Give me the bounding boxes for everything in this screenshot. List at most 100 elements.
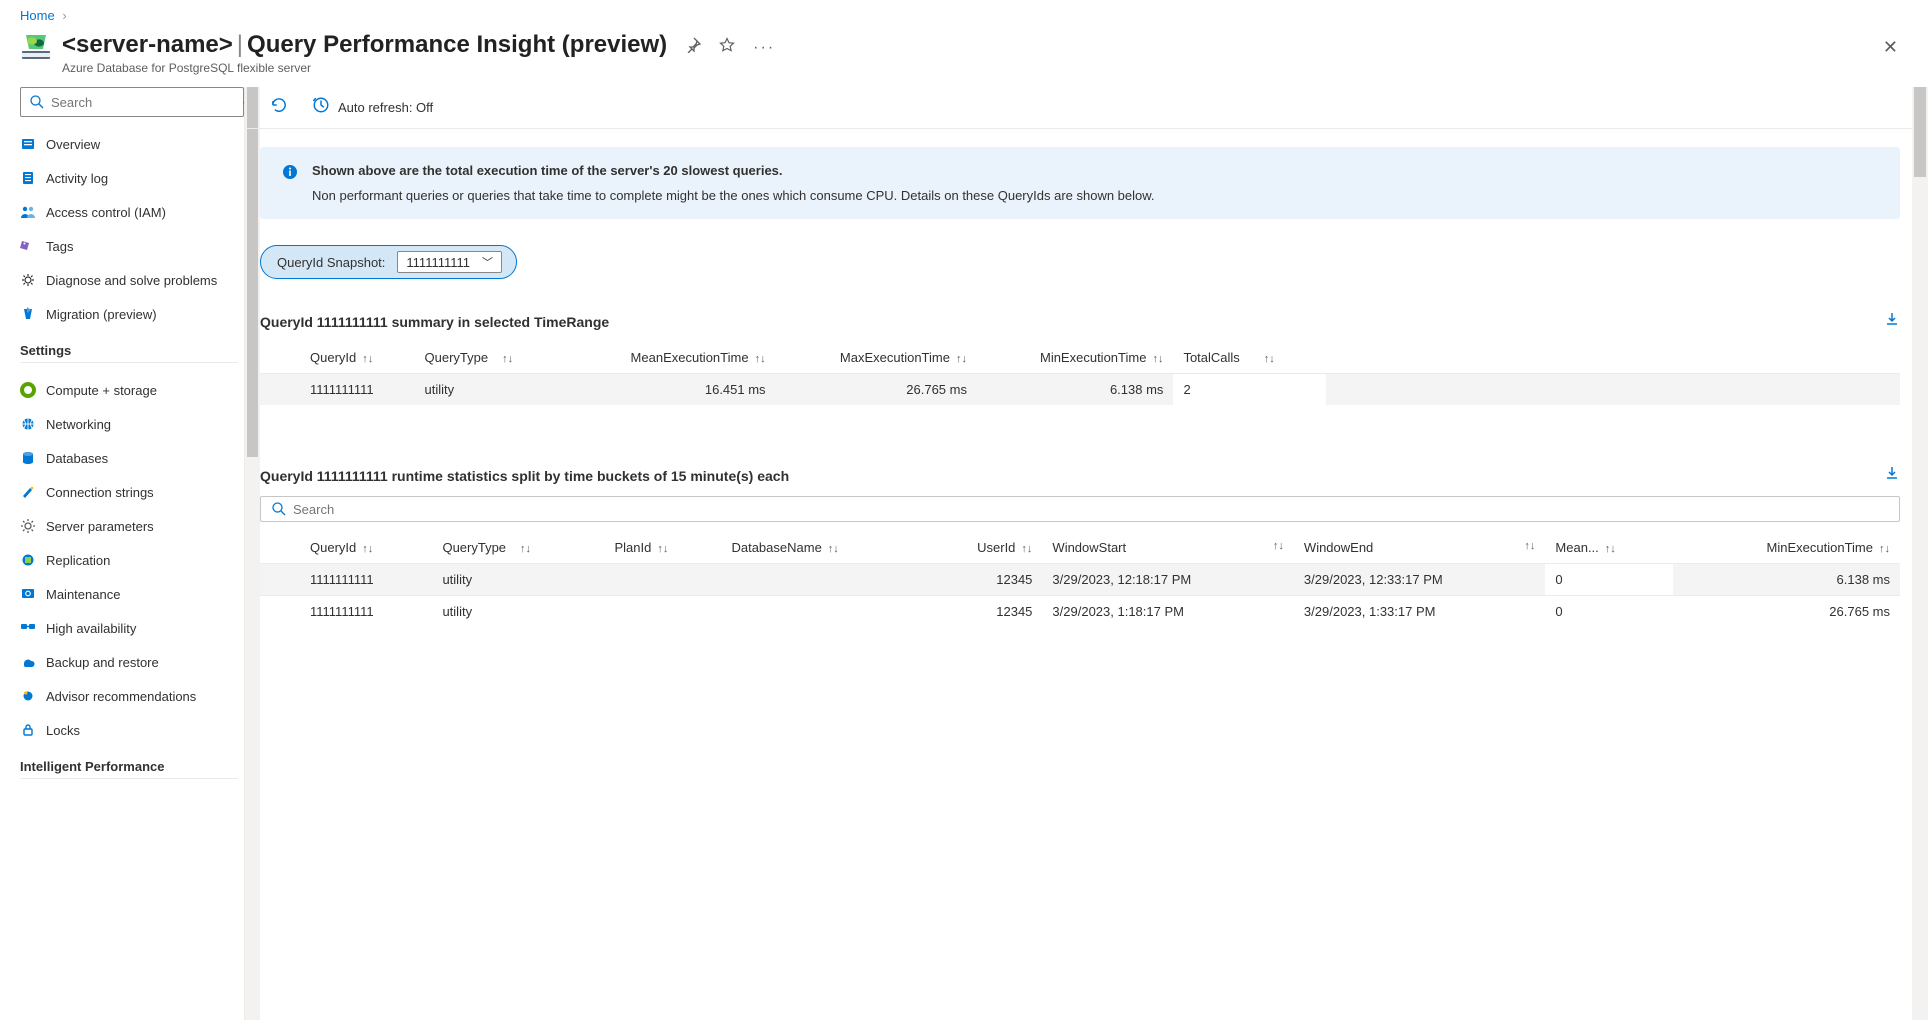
sidebar-item[interactable]: Advisor recommendations: [20, 679, 238, 713]
sidebar-item-label: Diagnose and solve problems: [46, 273, 217, 288]
sidebar-item-label: Tags: [46, 239, 73, 254]
sidebar-item[interactable]: High availability: [20, 611, 238, 645]
page-subtitle: Azure Database for PostgreSQL flexible s…: [62, 61, 667, 75]
col-wstart[interactable]: WindowStart↑↓: [1042, 532, 1294, 564]
sidebar-icon: [20, 238, 36, 254]
postgres-server-icon: [20, 31, 52, 63]
sidebar-item[interactable]: Access control (IAM): [20, 195, 238, 229]
breadcrumb-home[interactable]: Home: [20, 8, 55, 23]
sidebar-item-label: Replication: [46, 553, 110, 568]
col-calls[interactable]: TotalCalls↑↓: [1173, 342, 1326, 374]
sidebar-item[interactable]: Networking: [20, 407, 238, 441]
snapshot-dropdown[interactable]: 1111111111 ﹀: [397, 251, 502, 273]
page-title: <server-name>|Query Performance Insight …: [62, 31, 667, 59]
sidebar-item[interactable]: Maintenance: [20, 577, 238, 611]
sidebar-icon: [20, 416, 36, 432]
sidebar-search-input[interactable]: [51, 95, 235, 110]
sidebar-item-label: Activity log: [46, 171, 108, 186]
col-planid[interactable]: PlanId↑↓: [604, 532, 721, 564]
sidebar-item-label: High availability: [46, 621, 136, 636]
sidebar-icon: [20, 654, 36, 670]
col-querytype[interactable]: QueryType↑↓: [415, 342, 564, 374]
sidebar-item-label: Migration (preview): [46, 307, 157, 322]
runtime-search-input[interactable]: [293, 502, 1889, 517]
sidebar-item[interactable]: Backup and restore: [20, 645, 238, 679]
summary-title: QueryId 1111111111 summary in selected T…: [260, 314, 609, 330]
table-row[interactable]: 1111111111utility123453/29/2023, 1:18:17…: [260, 596, 1900, 628]
sidebar-icon: [20, 586, 36, 602]
chevron-down-icon: ﹀: [482, 254, 493, 270]
refresh-button[interactable]: [270, 96, 288, 119]
sidebar-icon: [20, 620, 36, 636]
col-minexec[interactable]: MinExecutionTime↑↓: [1673, 532, 1900, 564]
table-row[interactable]: 1111111111utility123453/29/2023, 12:18:1…: [260, 564, 1900, 596]
snapshot-label: QueryId Snapshot:: [277, 255, 385, 270]
sidebar-item[interactable]: Activity log: [20, 161, 238, 195]
runtime-title: QueryId 1111111111 runtime statistics sp…: [260, 468, 789, 484]
summary-table: QueryId↑↓ QueryType↑↓ MeanExecutionTime↑…: [260, 342, 1900, 405]
sidebar-item-label: Overview: [46, 137, 100, 152]
col-db[interactable]: DatabaseName↑↓: [721, 532, 923, 564]
sidebar-item[interactable]: Replication: [20, 543, 238, 577]
banner-title: Shown above are the total execution time…: [312, 163, 1155, 178]
sidebar-icon: [20, 204, 36, 220]
col-wend[interactable]: WindowEnd↑↓: [1294, 532, 1546, 564]
main-scrollbar[interactable]: [1912, 87, 1928, 1020]
sidebar-icon: [20, 306, 36, 322]
sidebar-item[interactable]: Compute + storage: [20, 373, 238, 407]
sidebar-item[interactable]: Migration (preview): [20, 297, 238, 331]
col-mean[interactable]: MeanExecutionTime↑↓: [563, 342, 775, 374]
sidebar-icon: [20, 450, 36, 466]
sidebar-item[interactable]: Tags: [20, 229, 238, 263]
sidebar-item-label: Compute + storage: [46, 383, 157, 398]
sidebar-icon: [20, 722, 36, 738]
sidebar-icon: [20, 484, 36, 500]
runtime-search[interactable]: [260, 496, 1900, 522]
sidebar-item[interactable]: Overview: [20, 127, 238, 161]
page-header: <server-name>|Query Performance Insight …: [0, 27, 1928, 87]
sidebar-item[interactable]: Locks: [20, 713, 238, 747]
col-querytype[interactable]: QueryType↑↓: [432, 532, 604, 564]
close-icon[interactable]: ✕: [1883, 31, 1908, 58]
col-userid[interactable]: UserId↑↓: [923, 532, 1042, 564]
auto-refresh-icon[interactable]: [312, 96, 330, 119]
sidebar-item[interactable]: Server parameters: [20, 509, 238, 543]
col-min[interactable]: MinExecutionTime↑↓: [977, 342, 1173, 374]
pin-icon[interactable]: [685, 37, 701, 58]
col-mean[interactable]: Mean...↑↓: [1545, 532, 1672, 564]
sidebar-search[interactable]: [20, 87, 244, 117]
sidebar-item-label: Networking: [46, 417, 111, 432]
info-banner: Shown above are the total execution time…: [260, 147, 1900, 219]
auto-refresh-label: Auto refresh: Off: [338, 100, 433, 115]
main-content: Auto refresh: Off Shown above are the to…: [246, 87, 1928, 1020]
search-icon: [271, 501, 287, 517]
sidebar-icon: [20, 170, 36, 186]
sidebar-item-label: Backup and restore: [46, 655, 159, 670]
runtime-table: QueryId↑↓ QueryType↑↓ PlanId↑↓ DatabaseN…: [260, 532, 1900, 627]
download-runtime-button[interactable]: [1884, 465, 1900, 486]
col-queryid[interactable]: QueryId↑↓: [300, 532, 432, 564]
favorite-icon[interactable]: [719, 37, 735, 58]
breadcrumb: Home ›: [0, 0, 1928, 27]
toolbar: Auto refresh: Off: [246, 87, 1928, 129]
sidebar-item[interactable]: Diagnose and solve problems: [20, 263, 238, 297]
sidebar-icon: [20, 688, 36, 704]
sidebar-icon: [20, 518, 36, 534]
sidebar-icon: [20, 272, 36, 288]
sidebar-item-label: Connection strings: [46, 485, 154, 500]
col-queryid[interactable]: QueryId↑↓: [300, 342, 415, 374]
col-max[interactable]: MaxExecutionTime↑↓: [776, 342, 977, 374]
sidebar-heading-settings: Settings: [20, 343, 238, 358]
sidebar-item[interactable]: Connection strings: [20, 475, 238, 509]
sidebar-icon: [20, 382, 36, 398]
sidebar-item[interactable]: Databases: [20, 441, 238, 475]
info-icon: [282, 163, 298, 203]
banner-subtitle: Non performant queries or queries that t…: [312, 188, 1155, 203]
download-summary-button[interactable]: [1884, 311, 1900, 332]
sidebar-icon: [20, 136, 36, 152]
sidebar-item-label: Advisor recommendations: [46, 689, 196, 704]
table-row[interactable]: 1111111111 utility 16.451 ms 26.765 ms 6…: [260, 374, 1900, 406]
more-icon[interactable]: ···: [753, 39, 775, 57]
breadcrumb-sep: ›: [62, 8, 66, 23]
sidebar-icon: [20, 552, 36, 568]
